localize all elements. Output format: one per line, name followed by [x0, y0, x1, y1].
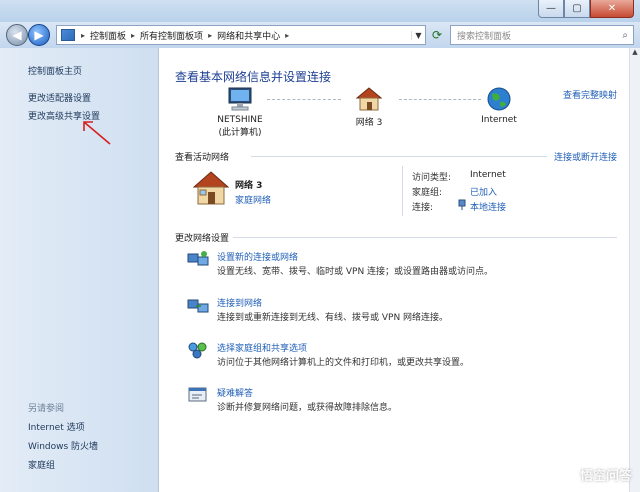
network-name: 网络 3 — [235, 181, 263, 191]
map-node-sublabel: (此计算机) — [218, 128, 262, 138]
sidebar-item-homegroup[interactable]: 家庭组 — [28, 458, 55, 471]
divider — [402, 166, 403, 216]
close-button[interactable]: ✕ — [590, 0, 634, 18]
control-panel-icon — [61, 29, 75, 41]
map-node-internet[interactable]: Internet — [473, 86, 525, 125]
task-description: 设置无线、宽带、拨号、临时或 VPN 连接；或设置路由器或访问点。 — [217, 267, 494, 277]
map-node-label: 网络 3 — [355, 118, 383, 128]
back-button[interactable]: ◀ — [6, 24, 28, 46]
connect-disconnect-link[interactable]: 连接或断开连接 — [554, 150, 617, 163]
search-input[interactable]: 搜索控制面板 ⌕ — [450, 25, 634, 45]
window-controls: — ▢ ✕ — [538, 0, 634, 18]
title-bar: — ▢ ✕ — [0, 0, 640, 22]
divider — [233, 237, 617, 238]
access-type-value: Internet — [470, 170, 506, 180]
watermark: 悟空问答 — [555, 465, 632, 484]
map-node-label: NETSHINE — [217, 115, 263, 125]
breadcrumb-item[interactable]: 所有控制面板项 — [137, 29, 206, 42]
watermark-text: 悟空问答 — [579, 469, 632, 484]
breadcrumb-separator[interactable]: ▸ — [79, 31, 87, 40]
task-title[interactable]: 疑难解答 — [217, 386, 253, 399]
troubleshoot-icon — [188, 387, 207, 402]
connect-network-icon — [187, 299, 209, 313]
local-connection-link[interactable]: 本地连接 — [470, 200, 506, 213]
breadcrumb[interactable]: ▸ 控制面板 ▸ 所有控制面板项 ▸ 网络和共享中心 ▸ ▼ — [56, 25, 426, 45]
map-connector — [399, 99, 481, 100]
maximize-button[interactable]: ▢ — [564, 0, 590, 18]
see-also-title: 另请参阅 — [28, 404, 65, 414]
sidebar-item-control-panel-home[interactable]: 控制面板主页 — [28, 64, 82, 77]
map-connector — [267, 99, 341, 100]
active-networks-header: 查看活动网络 — [175, 153, 230, 163]
forward-arrow-icon: ▶ — [34, 28, 44, 42]
task-description: 诊断并修复网络问题，或获得故障排除信息。 — [217, 403, 398, 413]
sidebar-item-change-adapter-settings[interactable]: 更改适配器设置 — [28, 91, 91, 104]
breadcrumb-separator[interactable]: ▸ — [129, 31, 137, 40]
chat-bubble-icon — [555, 466, 576, 483]
task-title[interactable]: 选择家庭组和共享选项 — [217, 341, 307, 354]
task-description: 连接到或重新连接到无线、有线、拨号或 VPN 网络连接。 — [217, 313, 449, 323]
breadcrumb-item[interactable]: 控制面板 — [87, 29, 129, 42]
task-description: 访问位于其他网络计算机上的文件和打印机，或更改共享设置。 — [217, 358, 470, 368]
homegroup-icon — [188, 342, 207, 359]
home-network-icon — [192, 171, 230, 205]
search-icon[interactable]: ⌕ — [622, 30, 628, 41]
forward-button[interactable]: ▶ — [28, 24, 50, 46]
task-title[interactable]: 连接到网络 — [217, 296, 262, 309]
sidebar: 控制面板主页 更改适配器设置 更改高级共享设置 另请参阅 Internet 选项… — [0, 48, 159, 492]
network-type-link[interactable]: 家庭网络 — [235, 193, 271, 206]
page-title: 查看基本网络信息并设置连接 — [175, 70, 332, 84]
new-connection-icon — [187, 251, 209, 266]
back-arrow-icon: ◀ — [12, 28, 22, 42]
breadcrumb-separator[interactable]: ▸ — [283, 31, 291, 40]
change-settings-header: 更改网络设置 — [175, 234, 230, 244]
homegroup-link[interactable]: 已加入 — [470, 185, 497, 198]
task-title[interactable]: 设置新的连接或网络 — [217, 250, 298, 263]
map-node-label: Internet — [481, 115, 517, 125]
address-bar: ◀ ▶ ▸ 控制面板 ▸ 所有控制面板项 ▸ 网络和共享中心 ▸ ▼ ⟳ 搜索控… — [0, 22, 640, 48]
access-type-label: 访问类型: — [412, 173, 452, 183]
breadcrumb-separator[interactable]: ▸ — [206, 31, 214, 40]
globe-icon — [487, 87, 511, 111]
map-node-computer[interactable]: NETSHINE (此计算机) — [205, 86, 275, 138]
red-arrow-annotation — [83, 121, 111, 145]
sidebar-item-internet-options[interactable]: Internet 选项 — [28, 420, 85, 433]
map-node-network[interactable]: 网络 3 — [345, 86, 393, 128]
search-placeholder: 搜索控制面板 — [457, 31, 512, 42]
ethernet-icon — [458, 199, 466, 210]
main-content: 查看基本网络信息并设置连接 查看完整映射 NETSHINE (此计算机) 网络 … — [159, 48, 629, 492]
home-network-icon — [355, 87, 383, 111]
connection-label: 连接: — [412, 203, 434, 213]
scrollbar[interactable]: ▲ — [629, 48, 640, 492]
refresh-icon[interactable]: ⟳ — [428, 26, 446, 44]
computer-icon — [228, 87, 252, 111]
minimize-button[interactable]: — — [538, 0, 564, 18]
divider — [251, 156, 547, 157]
scroll-up-icon[interactable]: ▲ — [630, 48, 640, 60]
chevron-down-icon[interactable]: ▼ — [411, 30, 425, 40]
sidebar-item-windows-firewall[interactable]: Windows 防火墙 — [28, 439, 98, 452]
breadcrumb-item[interactable]: 网络和共享中心 — [214, 29, 283, 42]
view-full-map-link[interactable]: 查看完整映射 — [563, 88, 617, 101]
homegroup-label: 家庭组: — [412, 188, 443, 198]
